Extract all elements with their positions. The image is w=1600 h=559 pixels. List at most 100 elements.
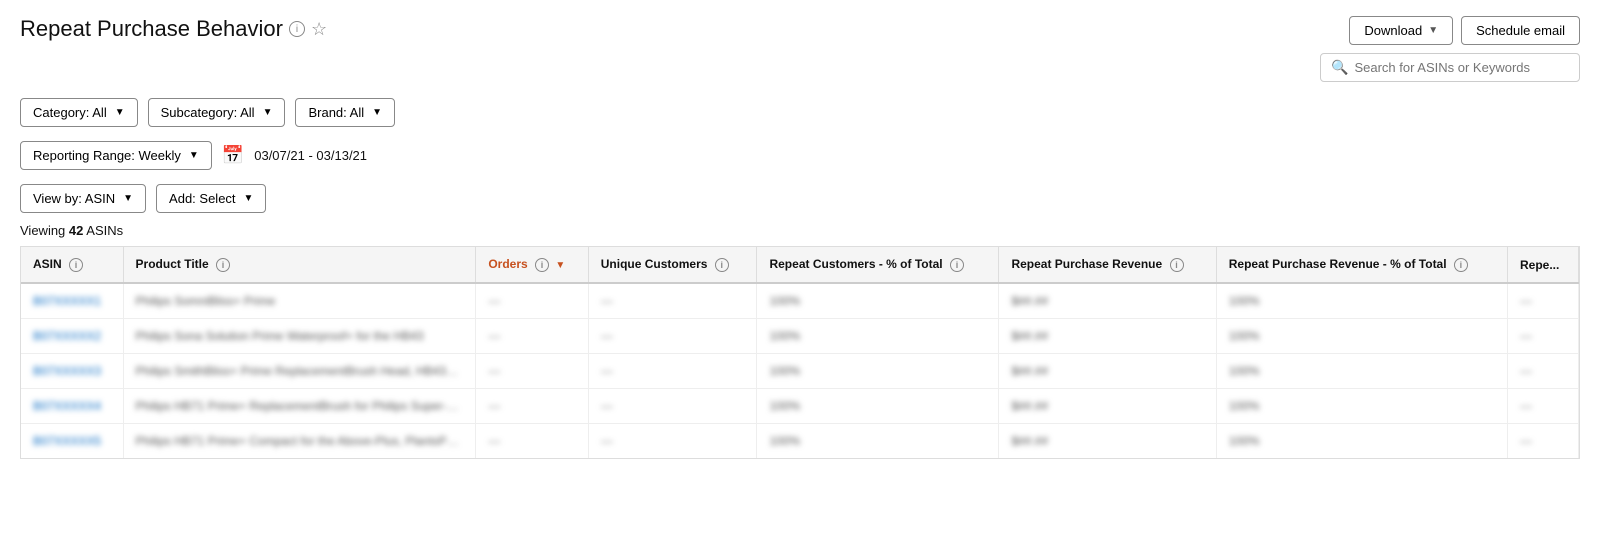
cell-repeat_purchase_revenue: $##.## [999,354,1216,389]
cell-repeat_customers_pct: 100% [757,319,999,354]
col-repeat-customers-pct: Repeat Customers - % of Total i [757,247,999,283]
col-asin: ASIN i [21,247,123,283]
brand-filter[interactable]: Brand: All ▼ [295,98,395,127]
viewing-label: Viewing [20,223,65,238]
table-row: B07XXXXX3Philips SmithBliss+ Prime Repla… [21,354,1579,389]
add-select-label: Add: Select [169,191,236,206]
col-unique-customers: Unique Customers i [588,247,757,283]
cell-repeat_purchase_revenue: $##.## [999,319,1216,354]
cell-repeat_customers_pct: 100% [757,389,999,424]
col-repeat-purchase-revenue-info-icon[interactable]: i [1170,258,1184,272]
col-product-title: Product Title i [123,247,476,283]
cell-repeat_purchase_revenue_pct: 100% [1216,424,1507,459]
cell-orders: --- [476,389,588,424]
cell-orders: --- [476,424,588,459]
col-product-title-info-icon[interactable]: i [216,258,230,272]
star-icon[interactable]: ☆ [311,19,327,40]
viewing-count: Viewing 42 ASINs [20,223,1580,238]
filter-row: Category: All ▼ Subcategory: All ▼ Brand… [20,98,1580,127]
cell-unique_customers: --- [588,424,757,459]
schedule-email-button[interactable]: Schedule email [1461,16,1580,45]
download-button[interactable]: Download ▼ [1349,16,1453,45]
calendar-icon[interactable]: 📅 [222,145,244,166]
table-row: B07XXXXX4Philips HB71 Prime+ Replacement… [21,389,1579,424]
reporting-range-label: Reporting Range: Weekly [33,148,181,163]
date-row: Reporting Range: Weekly ▼ 📅 03/07/21 - 0… [20,141,1580,170]
table-header-row: ASIN i Product Title i Orders i ▼ Unique… [21,247,1579,283]
view-by-label: View by: ASIN [33,191,115,206]
cell-asin[interactable]: B07XXXXX2 [21,319,123,354]
cell-repeat_customers_pct: 100% [757,283,999,319]
category-label: Category: All [33,105,107,120]
cell-orders: --- [476,354,588,389]
date-to: 03/13/21 [316,148,367,163]
search-input[interactable] [1354,60,1569,75]
col-asin-label: ASIN [33,257,62,271]
col-orders-label: Orders [488,257,527,271]
header-actions: Download ▼ Schedule email 🔍 [1320,16,1580,82]
col-repeat-purchase-revenue-pct-info-icon[interactable]: i [1454,258,1468,272]
col-repeat-purchase-revenue-pct: Repeat Purchase Revenue - % of Total i [1216,247,1507,283]
col-repeat-purchase-revenue-label: Repeat Purchase Revenue [1011,257,1162,271]
add-select-chevron-icon: ▼ [244,193,254,204]
subcategory-filter[interactable]: Subcategory: All ▼ [148,98,286,127]
cell-repe: --- [1508,283,1579,319]
cell-unique_customers: --- [588,319,757,354]
table-body: B07XXXXX1Philips SomniBliss+ Prime------… [21,283,1579,458]
data-table: ASIN i Product Title i Orders i ▼ Unique… [21,247,1579,458]
cell-repeat_purchase_revenue: $##.## [999,424,1216,459]
col-repeat-customers-pct-label: Repeat Customers - % of Total [769,257,942,271]
cell-product-title: Philips Sona Solution Prime Waterproof+ … [123,319,476,354]
cell-unique_customers: --- [588,283,757,319]
info-icon[interactable]: i [289,21,305,37]
table-row: B07XXXXX2Philips Sona Solution Prime Wat… [21,319,1579,354]
col-orders-info-icon[interactable]: i [535,258,549,272]
cell-asin[interactable]: B07XXXXX4 [21,389,123,424]
cell-asin[interactable]: B07XXXXX5 [21,424,123,459]
title-text: Repeat Purchase Behavior [20,16,283,42]
cell-repeat_purchase_revenue_pct: 100% [1216,389,1507,424]
cell-asin[interactable]: B07XXXXX1 [21,283,123,319]
search-icon: 🔍 [1331,59,1348,76]
date-range: 03/07/21 - 03/13/21 [254,148,367,163]
cell-repeat_purchase_revenue: $##.## [999,283,1216,319]
col-repeat-purchase-revenue: Repeat Purchase Revenue i [999,247,1216,283]
schedule-email-label: Schedule email [1476,23,1565,38]
col-unique-customers-info-icon[interactable]: i [715,258,729,272]
viewing-suffix: ASINs [86,223,123,238]
cell-product-title: Philips HB71 Prime+ Compact for the Abov… [123,424,476,459]
search-box[interactable]: 🔍 [1320,53,1580,82]
col-orders-sort-icon[interactable]: ▼ [555,260,565,271]
subcategory-label: Subcategory: All [161,105,255,120]
col-product-title-label: Product Title [136,257,209,271]
cell-repeat_purchase_revenue_pct: 100% [1216,283,1507,319]
col-asin-info-icon[interactable]: i [69,258,83,272]
cell-repe: --- [1508,319,1579,354]
col-repe-label: Repe... [1520,258,1559,272]
cell-repe: --- [1508,389,1579,424]
category-filter[interactable]: Category: All ▼ [20,98,138,127]
view-by-filter[interactable]: View by: ASIN ▼ [20,184,146,213]
cell-product-title: Philips SomniBliss+ Prime [123,283,476,319]
title-icons: i ☆ [289,19,327,40]
download-label: Download [1364,23,1422,38]
header-buttons: Download ▼ Schedule email [1349,16,1580,45]
cell-repeat_customers_pct: 100% [757,354,999,389]
cell-repeat_purchase_revenue_pct: 100% [1216,319,1507,354]
cell-repeat_customers_pct: 100% [757,424,999,459]
cell-repe: --- [1508,354,1579,389]
view-by-chevron-icon: ▼ [123,193,133,204]
reporting-range-chevron-icon: ▼ [189,150,199,161]
table-row: B07XXXXX5Philips HB71 Prime+ Compact for… [21,424,1579,459]
reporting-range-filter[interactable]: Reporting Range: Weekly ▼ [20,141,212,170]
view-row: View by: ASIN ▼ Add: Select ▼ [20,184,1580,213]
add-select-filter[interactable]: Add: Select ▼ [156,184,266,213]
category-chevron-icon: ▼ [115,107,125,118]
cell-repe: --- [1508,424,1579,459]
cell-asin[interactable]: B07XXXXX3 [21,354,123,389]
cell-repeat_purchase_revenue_pct: 100% [1216,354,1507,389]
col-repeat-customers-pct-info-icon[interactable]: i [950,258,964,272]
brand-label: Brand: All [308,105,364,120]
col-unique-customers-label: Unique Customers [601,257,708,271]
brand-chevron-icon: ▼ [372,107,382,118]
